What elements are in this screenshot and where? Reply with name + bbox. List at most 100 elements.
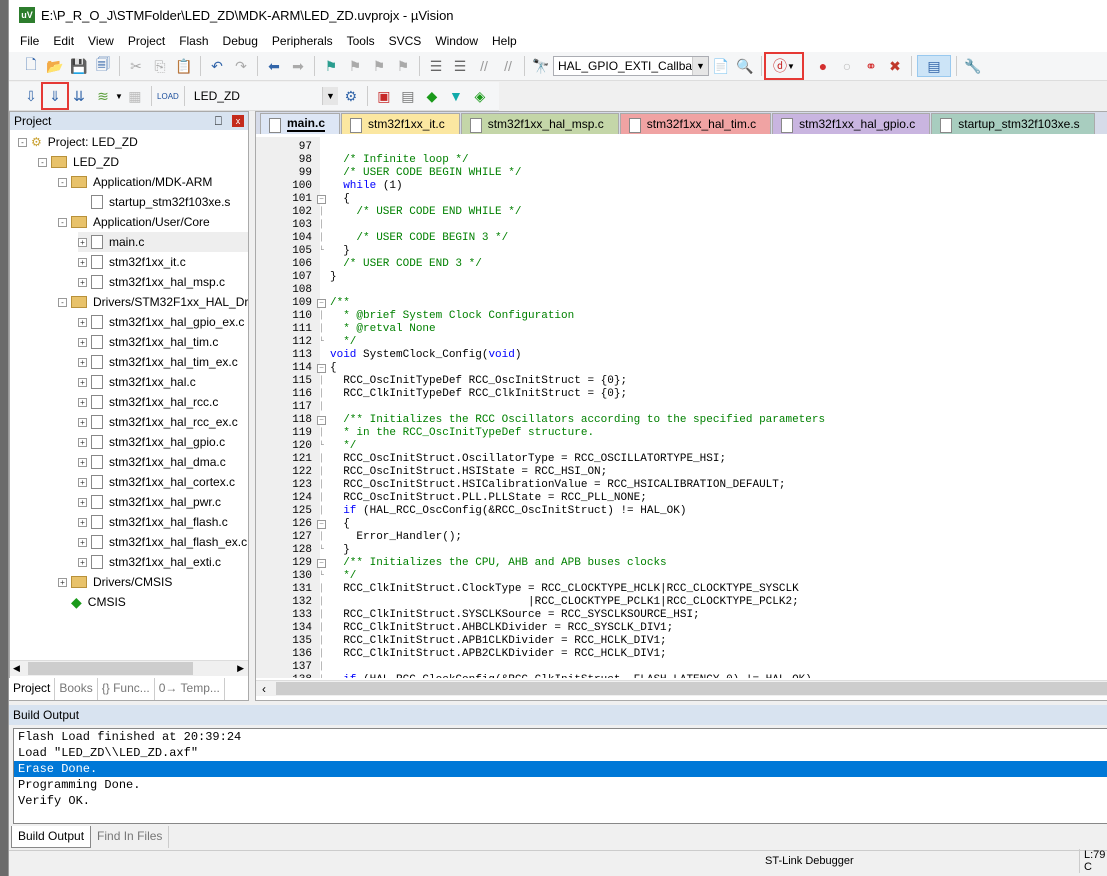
load-flash-icon[interactable]: LOAD bbox=[157, 85, 179, 107]
tree-item[interactable]: + stm32f1xx_hal_rcc_ex.c bbox=[78, 412, 238, 432]
expand-toggle-icon[interactable]: - bbox=[38, 157, 47, 167]
expand-toggle-icon[interactable]: - bbox=[18, 137, 27, 147]
uncomment-icon[interactable]: // bbox=[497, 55, 519, 77]
tree-item[interactable]: + stm32f1xx_hal_gpio.c bbox=[78, 432, 225, 452]
expand-toggle-icon[interactable]: + bbox=[78, 537, 87, 547]
prev-bookmark-icon[interactable]: ⚑ bbox=[344, 55, 366, 77]
expand-toggle-icon[interactable]: + bbox=[78, 517, 87, 527]
tree-item[interactable]: + stm32f1xx_hal.c bbox=[78, 372, 196, 392]
fold-marker-icon[interactable]: − bbox=[317, 559, 326, 568]
indent-icon[interactable]: ☰ bbox=[425, 55, 447, 77]
output-tab-1[interactable]: Find In Files bbox=[91, 826, 170, 848]
build-output-line[interactable]: Load "LED_ZD\\LED_ZD.axf" bbox=[14, 745, 1107, 761]
new-file-icon[interactable]: 🗋 bbox=[20, 55, 42, 77]
batch-build-icon[interactable]: ≋ bbox=[92, 85, 114, 107]
expand-toggle-icon[interactable]: + bbox=[78, 337, 87, 347]
menu-debug[interactable]: Debug bbox=[216, 34, 265, 48]
build-output-line[interactable]: Programming Done. bbox=[14, 777, 1107, 793]
chevron-down-icon[interactable]: ▼ bbox=[692, 57, 708, 75]
translate-icon[interactable]: ⇩ bbox=[20, 85, 42, 107]
cut-icon[interactable]: ✂ bbox=[125, 55, 147, 77]
tree-item[interactable]: + stm32f1xx_hal_dma.c bbox=[78, 452, 226, 472]
scroll-left-icon[interactable]: ◀ bbox=[13, 663, 20, 674]
clear-bookmarks-icon[interactable]: ⚑ bbox=[392, 55, 414, 77]
unindent-icon[interactable]: ☰ bbox=[449, 55, 471, 77]
tree-item[interactable]: + stm32f1xx_hal_msp.c bbox=[78, 272, 225, 292]
tree-item[interactable]: + main.c bbox=[78, 232, 248, 252]
expand-toggle-icon[interactable]: + bbox=[78, 457, 87, 467]
expand-toggle-icon[interactable]: + bbox=[78, 277, 87, 287]
select-packs-icon[interactable]: ▼ bbox=[445, 85, 467, 107]
pack-installer-icon[interactable]: ◈ bbox=[469, 85, 491, 107]
tree-item[interactable]: + stm32f1xx_hal_flash.c bbox=[78, 512, 228, 532]
window-layout-button[interactable]: ▤ bbox=[917, 55, 951, 77]
tree-item[interactable]: + stm32f1xx_hal_tim.c bbox=[78, 332, 218, 352]
editor-horizontal-scrollbar[interactable]: ‹ bbox=[256, 680, 1107, 696]
target-options-icon[interactable]: ⚙ bbox=[340, 85, 362, 107]
expand-toggle-icon[interactable]: + bbox=[78, 477, 87, 487]
code-view[interactable]: 97 98 /* Infinite loop */99 /* USER CODE … bbox=[256, 137, 1107, 678]
disable-breakpoint-icon[interactable]: ○ bbox=[836, 55, 858, 77]
close-icon[interactable]: x bbox=[232, 115, 244, 127]
fold-marker-icon[interactable]: − bbox=[317, 364, 326, 373]
fold-marker-icon[interactable]: − bbox=[317, 416, 326, 425]
rebuild-icon[interactable]: ⇊ bbox=[68, 85, 90, 107]
paste-icon[interactable]: 📋 bbox=[173, 55, 195, 77]
pin-icon[interactable]: ⎕ bbox=[215, 114, 222, 129]
breakpoint-icon[interactable]: ● bbox=[812, 55, 834, 77]
expand-toggle-icon[interactable]: - bbox=[58, 297, 67, 307]
menu-tools[interactable]: Tools bbox=[340, 34, 382, 48]
manage-components-icon[interactable]: ▣ bbox=[373, 85, 395, 107]
tree-item[interactable]: - LED_ZD bbox=[38, 152, 119, 172]
tree-item[interactable]: - Application/MDK-ARM bbox=[58, 172, 212, 192]
expand-toggle-icon[interactable]: + bbox=[78, 437, 87, 447]
fold-marker-icon[interactable]: − bbox=[317, 299, 326, 308]
expand-toggle-icon[interactable]: - bbox=[58, 217, 67, 227]
navigate-back-icon[interactable]: ⬅ bbox=[263, 55, 285, 77]
editor-tab[interactable]: stm32f1xx_it.c bbox=[341, 113, 460, 134]
build-output-line[interactable]: Verify OK. bbox=[14, 793, 1107, 809]
scrollbar-thumb[interactable] bbox=[28, 662, 193, 675]
expand-toggle-icon[interactable]: + bbox=[78, 557, 87, 567]
expand-toggle-icon[interactable]: + bbox=[78, 397, 87, 407]
menu-svcs[interactable]: SVCS bbox=[382, 34, 429, 48]
tree-item[interactable]: + stm32f1xx_hal_gpio_ex.c bbox=[78, 312, 244, 332]
tree-item[interactable]: + stm32f1xx_hal_cortex.c bbox=[78, 472, 235, 492]
run-time-environment-icon[interactable]: ◆ bbox=[421, 85, 443, 107]
expand-toggle-icon[interactable]: + bbox=[78, 497, 87, 507]
panel-tab-2[interactable]: {} Func... bbox=[98, 678, 155, 700]
fold-marker-icon[interactable]: − bbox=[317, 195, 326, 204]
tree-item[interactable]: - Application/User/Core bbox=[58, 212, 210, 232]
output-tab-0[interactable]: Build Output bbox=[11, 826, 92, 848]
find-icon[interactable]: 🔍 bbox=[734, 55, 756, 77]
undo-icon[interactable]: ↶ bbox=[206, 55, 228, 77]
menu-file[interactable]: File bbox=[13, 34, 46, 48]
tree-item[interactable]: + stm32f1xx_hal_rcc.c bbox=[78, 392, 218, 412]
fold-marker-icon[interactable]: − bbox=[317, 520, 326, 529]
tree-item[interactable]: + stm32f1xx_hal_flash_ex.c bbox=[78, 532, 247, 552]
comment-icon[interactable]: // bbox=[473, 55, 495, 77]
expand-toggle-icon[interactable]: + bbox=[78, 237, 87, 247]
tree-item[interactable]: + Drivers/CMSIS bbox=[58, 572, 172, 592]
menu-view[interactable]: View bbox=[81, 34, 121, 48]
navigate-forward-icon[interactable]: ➡ bbox=[287, 55, 309, 77]
expand-toggle-icon[interactable]: - bbox=[58, 177, 67, 187]
find-in-files-icon[interactable]: 🔭 bbox=[530, 55, 552, 77]
editor-tab[interactable]: stm32f1xx_hal_tim.c bbox=[619, 113, 772, 134]
editor-tab[interactable]: stm32f1xx_hal_msp.c bbox=[460, 113, 619, 134]
expand-toggle-icon[interactable]: + bbox=[78, 317, 87, 327]
menu-peripherals[interactable]: Peripherals bbox=[265, 34, 340, 48]
editor-tab[interactable]: main.c bbox=[260, 113, 341, 134]
menu-help[interactable]: Help bbox=[485, 34, 524, 48]
tree-item[interactable]: - ⚙ Project: LED_ZD bbox=[18, 132, 138, 152]
expand-toggle-icon[interactable]: + bbox=[78, 417, 87, 427]
next-bookmark-icon[interactable]: ⚑ bbox=[368, 55, 390, 77]
debug-session-button[interactable]: ⓓ ▼ bbox=[764, 52, 804, 80]
tree-item[interactable]: + stm32f1xx_hal_exti.c bbox=[78, 552, 221, 572]
download-button[interactable]: ⇓ bbox=[41, 82, 69, 110]
tree-item[interactable]: + stm32f1xx_hal_pwr.c bbox=[78, 492, 221, 512]
redo-icon[interactable]: ↷ bbox=[230, 55, 252, 77]
menu-project[interactable]: Project bbox=[121, 34, 172, 48]
scroll-left-icon[interactable]: ‹ bbox=[262, 682, 266, 696]
expand-toggle-icon[interactable]: + bbox=[78, 357, 87, 367]
